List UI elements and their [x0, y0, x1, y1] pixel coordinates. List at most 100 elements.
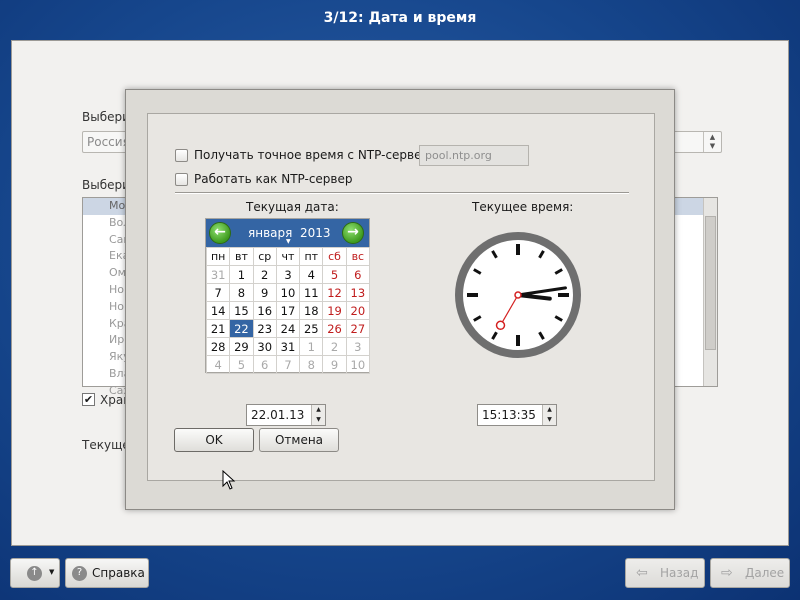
weekday-header: пн [205, 247, 231, 266]
date-time-dialog: Получать точное время с NTP-сервера: poo… [125, 89, 675, 510]
analog-clock [455, 232, 581, 358]
ntp-server-label: Работать как NTP-сервер [194, 172, 353, 186]
ntp-server-input[interactable]: pool.ntp.org [419, 145, 529, 166]
spin-down-icon[interactable]: ▼ [543, 415, 556, 425]
back-button[interactable]: ⇦ Назад [625, 558, 705, 588]
calendar-day-other-month[interactable]: 10 [345, 355, 371, 374]
date-header: Текущая дата: [246, 200, 339, 214]
calendar-day[interactable]: 23 [252, 319, 277, 338]
calendar-day-other-month[interactable]: 3 [345, 337, 371, 356]
clock-center [514, 291, 522, 299]
calendar-grid: пн вт ср чт пт сб вс 31 1 2 3 4 5 6 7 8 9 10 11 12 13 14 15 16… [205, 247, 371, 374]
time-value: 15:13:35 [482, 408, 536, 422]
calendar-header: ← января ▼ 2013 → [206, 219, 369, 247]
calendar-day[interactable]: 28 [205, 337, 231, 356]
calendar-day[interactable]: 7 [205, 283, 231, 302]
time-spinner-arrows[interactable]: ▲ ▼ [542, 405, 556, 425]
spin-up-icon[interactable]: ▲ [312, 405, 325, 415]
calendar-day-other-month[interactable]: 2 [322, 337, 347, 356]
calendar-day-other-month[interactable]: 7 [275, 355, 301, 374]
spin-down-icon[interactable]: ▼ [312, 415, 325, 425]
weekday-header: сб [322, 247, 347, 266]
ntp-sync-label: Получать точное время с NTP-сервера: [194, 148, 441, 162]
store-checkbox[interactable]: ✔ [82, 393, 95, 406]
calendar-day[interactable]: 20 [345, 301, 371, 320]
spin-up-icon[interactable]: ▲ [543, 405, 556, 415]
calendar-day[interactable]: 26 [322, 319, 347, 338]
time-header: Текущее время: [472, 200, 574, 214]
date-spinner[interactable]: 22.01.13 ▲ ▼ [246, 404, 326, 426]
calendar-day[interactable]: 27 [345, 319, 371, 338]
calendar-day[interactable]: 30 [252, 337, 277, 356]
calendar-day-other-month[interactable]: 31 [205, 265, 231, 284]
current-label: Текуще [82, 438, 130, 452]
region-label: Выбери [82, 110, 130, 124]
calendar-day[interactable]: 12 [322, 283, 347, 302]
ntp-sync-checkbox[interactable] [175, 149, 188, 162]
time-spinner[interactable]: 15:13:35 ▲ ▼ [477, 404, 557, 426]
next-label: Далее [745, 566, 785, 580]
city-label: Выбери [82, 178, 130, 192]
region-value: Россия [87, 135, 130, 149]
calendar: ← января ▼ 2013 → пн вт ср чт пт сб вс 31 1 2 3 4 5… [205, 218, 371, 374]
calendar-day[interactable]: 29 [229, 337, 254, 356]
calendar-day-other-month[interactable]: 5 [229, 355, 254, 374]
next-month-icon[interactable]: → [342, 222, 364, 244]
cancel-button[interactable]: Отмена [259, 428, 339, 452]
calendar-day-other-month[interactable]: 1 [299, 337, 324, 356]
calendar-day[interactable]: 14 [205, 301, 231, 320]
city-list-scrollbar[interactable] [703, 198, 717, 386]
calendar-day[interactable]: 2 [252, 265, 277, 284]
help-icon: ? [72, 566, 87, 581]
calendar-day[interactable]: 31 [275, 337, 301, 356]
separator [175, 192, 629, 194]
weekday-header: вт [229, 247, 254, 266]
weekday-header: вс [345, 247, 371, 266]
calendar-day[interactable]: 8 [229, 283, 254, 302]
calendar-day[interactable]: 19 [322, 301, 347, 320]
calendar-day-selected[interactable]: 22 [229, 319, 254, 338]
calendar-day[interactable]: 25 [299, 319, 324, 338]
ntp-server-checkbox[interactable] [175, 173, 188, 186]
calendar-day-other-month[interactable]: 6 [252, 355, 277, 374]
calendar-day-other-month[interactable]: 9 [322, 355, 347, 374]
calendar-day[interactable]: 9 [252, 283, 277, 302]
calendar-day[interactable]: 16 [252, 301, 277, 320]
arrow-up-icon: ↑ [27, 566, 42, 581]
mouse-cursor-icon [222, 470, 236, 490]
dialog-frame: Получать точное время с NTP-сервера: poo… [147, 113, 655, 490]
calendar-day[interactable]: 11 [299, 283, 324, 302]
calendar-day[interactable]: 24 [275, 319, 301, 338]
back-arrow-icon: ⇦ [636, 565, 648, 581]
calendar-day[interactable]: 15 [229, 301, 254, 320]
calendar-day[interactable]: 21 [205, 319, 231, 338]
help-label: Справка [92, 566, 145, 580]
calendar-day[interactable]: 5 [322, 265, 347, 284]
calendar-day[interactable]: 17 [275, 301, 301, 320]
date-spinner-arrows[interactable]: ▲ ▼ [311, 405, 325, 425]
calendar-day[interactable]: 4 [299, 265, 324, 284]
dropdown-icon: ▼ [49, 568, 55, 576]
calendar-year[interactable]: 2013 [300, 226, 331, 240]
prev-month-icon[interactable]: ← [209, 222, 231, 244]
weekday-header: чт [275, 247, 301, 266]
calendar-day-other-month[interactable]: 4 [205, 355, 231, 374]
calendar-day[interactable]: 18 [299, 301, 324, 320]
calendar-day[interactable]: 13 [345, 283, 371, 302]
calendar-day[interactable]: 10 [275, 283, 301, 302]
back-label: Назад [660, 566, 699, 580]
ok-button[interactable]: OK [174, 428, 254, 452]
next-button[interactable]: ⇨ Далее [710, 558, 790, 588]
month-dropdown-icon[interactable]: ▼ [286, 238, 291, 245]
date-value: 22.01.13 [251, 408, 305, 422]
calendar-day-other-month[interactable]: 8 [299, 355, 324, 374]
help-button[interactable]: ? Справка [65, 558, 149, 588]
next-arrow-icon: ⇨ [721, 565, 733, 581]
weekday-header: пт [299, 247, 324, 266]
combo-arrows-icon: ▲ ▼ [703, 132, 721, 152]
calendar-day[interactable]: 1 [229, 265, 254, 284]
menu-button[interactable]: ↑ ▼ [10, 558, 60, 588]
weekday-header: ср [252, 247, 277, 266]
calendar-day[interactable]: 3 [275, 265, 301, 284]
calendar-day[interactable]: 6 [345, 265, 371, 284]
